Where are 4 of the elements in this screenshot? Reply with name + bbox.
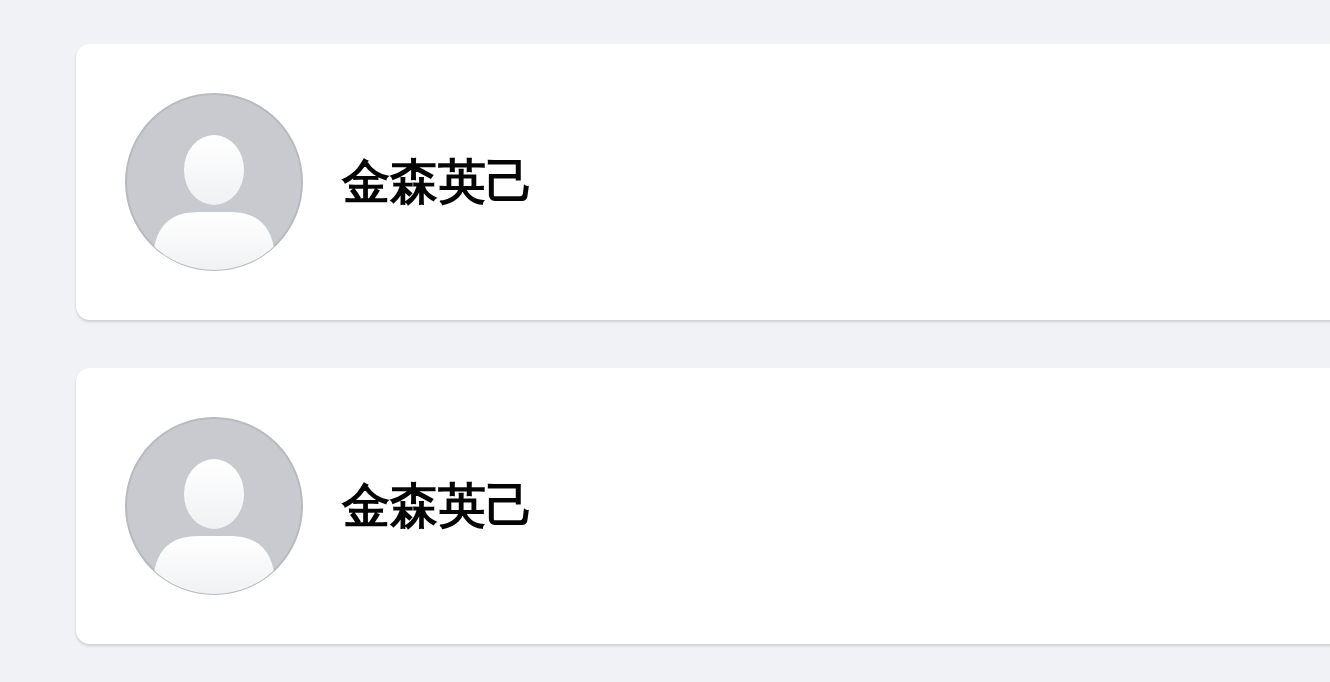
avatar-icon bbox=[124, 92, 304, 272]
person-name: 金森英己 bbox=[342, 476, 534, 535]
avatar-icon bbox=[124, 416, 304, 596]
person-name: 金森英己 bbox=[342, 152, 534, 211]
